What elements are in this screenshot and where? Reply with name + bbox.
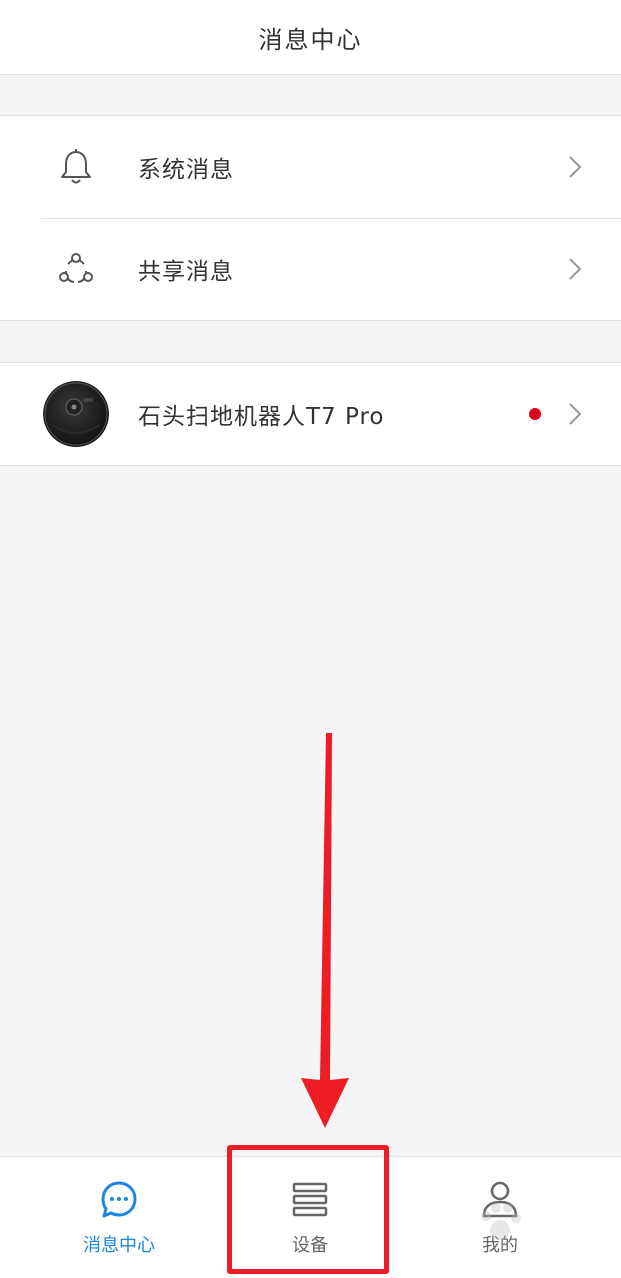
device-list: 石头扫地机器人T7 Pro xyxy=(0,362,621,466)
chevron-right-icon xyxy=(569,156,582,178)
watermark-icon xyxy=(481,1203,521,1240)
share-icon xyxy=(59,253,93,283)
list-item-device[interactable]: 石头扫地机器人T7 Pro xyxy=(0,363,621,465)
unread-indicator xyxy=(529,408,541,420)
list-item-share-messages[interactable]: 共享消息 xyxy=(0,218,621,320)
tab-message-center[interactable]: 消息中心 xyxy=(39,1157,199,1278)
device-name: 石头扫地机器人T7 Pro xyxy=(138,404,385,430)
list-item-system-messages[interactable]: 系统消息 xyxy=(0,116,621,218)
chat-bubble-icon xyxy=(101,1181,137,1218)
message-categories: 系统消息 共享消息 xyxy=(0,115,621,321)
chevron-right-icon xyxy=(569,258,582,280)
chevron-right-icon xyxy=(569,403,582,425)
robot-vacuum-image xyxy=(43,381,109,447)
annotation-highlight-box xyxy=(227,1145,389,1274)
top-bar: 消息中心 xyxy=(0,0,621,75)
list-item-label: 共享消息 xyxy=(138,259,234,285)
tab-label: 消息中心 xyxy=(83,1235,155,1256)
list-item-label: 系统消息 xyxy=(138,157,234,183)
bell-icon xyxy=(61,149,91,184)
page-title: 消息中心 xyxy=(258,25,363,54)
